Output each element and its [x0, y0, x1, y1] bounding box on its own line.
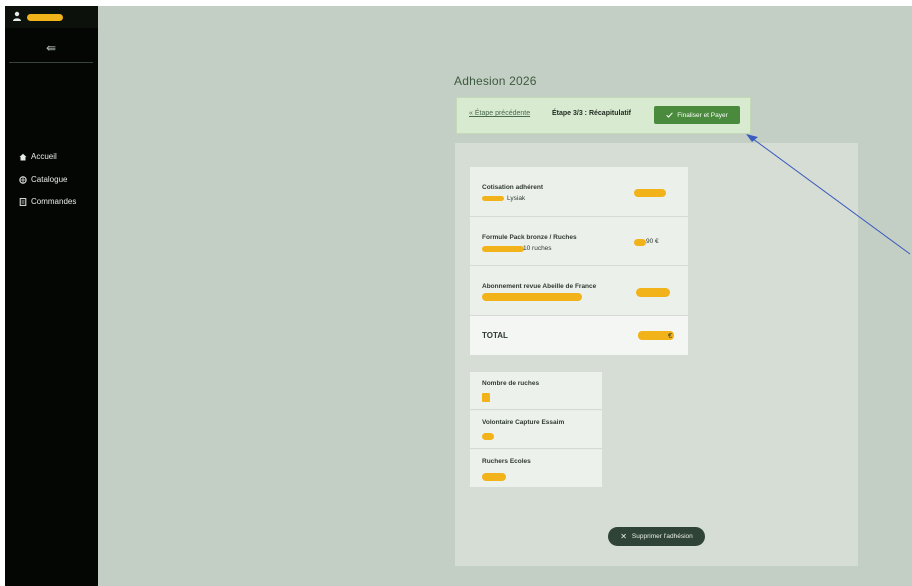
- sidebar: ⇚ Accueil Catalogue Commandes: [5, 6, 98, 586]
- summary-row-abonnement: Abonnement revue Abeille de France: [470, 266, 688, 316]
- delete-membership-label: Supprimer l'adhésion: [631, 533, 693, 540]
- catalog-icon: [19, 176, 27, 184]
- redaction-mark: [482, 196, 504, 201]
- sidebar-item-label: Commandes: [31, 197, 77, 206]
- user-row[interactable]: [5, 6, 98, 28]
- collapse-icon[interactable]: ⇚: [43, 42, 59, 54]
- summary-row-formule: Formule Pack bronze / Ruches 10 ruches 9…: [470, 217, 688, 266]
- summary-card: Cotisation adhérent Lysiak Formule Pack …: [470, 167, 688, 355]
- close-icon: ✕: [620, 532, 627, 541]
- check-icon: [666, 112, 673, 118]
- row-label: Abonnement revue Abeille de France: [482, 283, 597, 290]
- sidebar-item-catalogue[interactable]: Catalogue: [19, 174, 67, 186]
- info-label: Volontaire Capture Essaim: [482, 419, 565, 426]
- finalize-pay-label: Finaliser et Payer: [677, 111, 728, 119]
- redaction-mark: [482, 473, 506, 481]
- summary-row-total: TOTAL €: [470, 316, 688, 355]
- sidebar-item-label: Catalogue: [31, 175, 68, 184]
- step-bar: « Étape précédente Étape 3/3 : Récapitul…: [456, 97, 751, 134]
- row-label: Formule Pack bronze / Ruches: [482, 234, 577, 241]
- row-sub: 10 ruches: [523, 245, 552, 252]
- sidebar-item-label: Accueil: [31, 152, 57, 161]
- redaction-mark: [482, 293, 582, 301]
- user-icon: [13, 11, 21, 21]
- redaction-mark: [482, 433, 494, 440]
- sidebar-divider: [9, 62, 93, 63]
- delete-membership-button[interactable]: ✕ Supprimer l'adhésion: [608, 527, 705, 546]
- app-frame: ⇚ Accueil Catalogue Commandes Adhesion 2…: [5, 6, 912, 586]
- arrow-head-icon: [746, 134, 758, 142]
- redaction-mark: [634, 239, 646, 246]
- redaction-mark: [482, 246, 524, 252]
- row-price: 90 €: [646, 238, 659, 245]
- info-label: Ruchers Ecoles: [482, 458, 531, 465]
- redaction-mark: [482, 393, 490, 402]
- summary-row-cotisation: Cotisation adhérent Lysiak: [470, 167, 688, 217]
- total-label: TOTAL: [482, 331, 508, 340]
- finalize-pay-button[interactable]: Finaliser et Payer: [654, 106, 740, 124]
- recap-panel: Cotisation adhérent Lysiak Formule Pack …: [455, 143, 858, 566]
- step-label: Étape 3/3 : Récapitulatif: [552, 110, 631, 117]
- redaction-mark: [636, 288, 670, 297]
- info-label: Nombre de ruches: [482, 380, 540, 387]
- info-row-nombre-ruches: Nombre de ruches: [470, 372, 602, 410]
- home-icon: [19, 153, 27, 161]
- sidebar-item-accueil[interactable]: Accueil: [19, 151, 57, 163]
- page-title: Adhesion 2026: [454, 74, 537, 88]
- sidebar-item-commandes[interactable]: Commandes: [19, 196, 76, 208]
- row-label: Cotisation adhérent: [482, 184, 544, 191]
- info-row-volontaire: Volontaire Capture Essaim: [470, 411, 602, 449]
- redaction-mark: [634, 189, 666, 197]
- total-price: €: [668, 331, 673, 340]
- row-sub: Lysiak: [507, 195, 526, 202]
- orders-icon: [19, 198, 27, 206]
- previous-step-link[interactable]: « Étape précédente: [469, 110, 530, 117]
- info-row-ruchers-ecoles: Ruchers Ecoles: [470, 450, 602, 487]
- user-name-redacted: [27, 14, 63, 21]
- info-card: Nombre de ruches Volontaire Capture Essa…: [470, 372, 602, 487]
